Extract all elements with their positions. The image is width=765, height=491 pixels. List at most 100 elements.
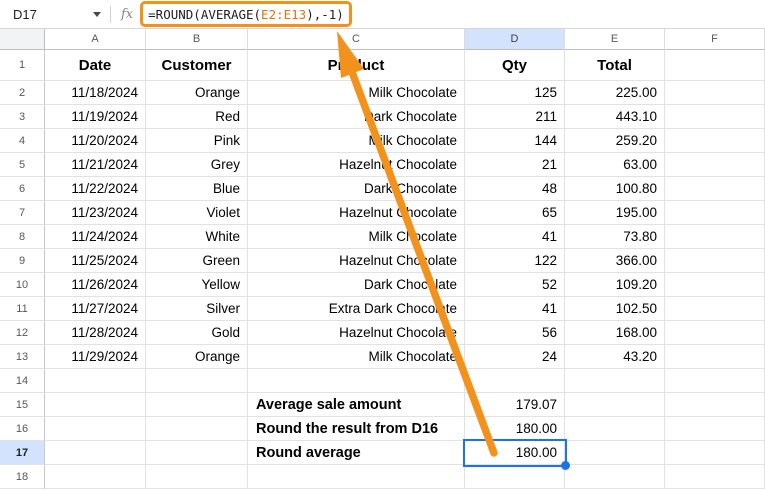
row-header-2[interactable]: 2 [0, 81, 45, 105]
cell-C17[interactable]: Round average [248, 441, 465, 465]
cell-B1[interactable]: Customer [146, 50, 248, 81]
cell-C13[interactable]: Milk Chocolate [248, 345, 465, 369]
cell-F15[interactable] [665, 393, 765, 417]
cell-D8[interactable]: 41 [465, 225, 565, 249]
cell-F8[interactable] [665, 225, 765, 249]
cell-A8[interactable]: 11/24/2024 [45, 225, 146, 249]
cell-F10[interactable] [665, 273, 765, 297]
cell-D1[interactable]: Qty [465, 50, 565, 81]
row-header-7[interactable]: 7 [0, 201, 45, 225]
cell-F7[interactable] [665, 201, 765, 225]
cell-F17[interactable] [665, 441, 765, 465]
cell-B18[interactable] [146, 465, 248, 489]
cell-D15[interactable]: 179.07 [465, 393, 565, 417]
cell-A3[interactable]: 11/19/2024 [45, 105, 146, 129]
cell-D5[interactable]: 21 [465, 153, 565, 177]
cell-B13[interactable]: Orange [146, 345, 248, 369]
cell-F5[interactable] [665, 153, 765, 177]
cell-D16[interactable]: 180.00 [465, 417, 565, 441]
cell-C7[interactable]: Hazelnut Chocolate [248, 201, 465, 225]
cell-E4[interactable]: 259.20 [565, 129, 665, 153]
cell-E15[interactable] [565, 393, 665, 417]
cell-A11[interactable]: 11/27/2024 [45, 297, 146, 321]
cell-F2[interactable] [665, 81, 765, 105]
cell-A9[interactable]: 11/25/2024 [45, 249, 146, 273]
cell-D6[interactable]: 48 [465, 177, 565, 201]
cell-C16[interactable]: Round the result from D16 [248, 417, 465, 441]
cell-E9[interactable]: 366.00 [565, 249, 665, 273]
row-header-8[interactable]: 8 [0, 225, 45, 249]
cell-E1[interactable]: Total [565, 50, 665, 81]
cell-A16[interactable] [45, 417, 146, 441]
cell-A1[interactable]: Date [45, 50, 146, 81]
row-header-6[interactable]: 6 [0, 177, 45, 201]
cell-B12[interactable]: Gold [146, 321, 248, 345]
column-header-B[interactable]: B [146, 29, 248, 50]
cell-E12[interactable]: 168.00 [565, 321, 665, 345]
row-header-15[interactable]: 15 [0, 393, 45, 417]
cell-A5[interactable]: 11/21/2024 [45, 153, 146, 177]
cell-C2[interactable]: Milk Chocolate [248, 81, 465, 105]
cell-C6[interactable]: Dark Chocolate [248, 177, 465, 201]
cell-E5[interactable]: 63.00 [565, 153, 665, 177]
cell-E8[interactable]: 73.80 [565, 225, 665, 249]
cell-D7[interactable]: 65 [465, 201, 565, 225]
cell-C12[interactable]: Hazelnut Chocolate [248, 321, 465, 345]
cell-F16[interactable] [665, 417, 765, 441]
cell-A12[interactable]: 11/28/2024 [45, 321, 146, 345]
cell-B16[interactable] [146, 417, 248, 441]
cell-B9[interactable]: Green [146, 249, 248, 273]
cell-A6[interactable]: 11/22/2024 [45, 177, 146, 201]
formula-input[interactable]: =ROUND(AVERAGE(E2:E13),-1) [140, 1, 352, 27]
cell-C4[interactable]: Milk Chocolate [248, 129, 465, 153]
cell-E10[interactable]: 109.20 [565, 273, 665, 297]
cell-B3[interactable]: Red [146, 105, 248, 129]
cell-E17[interactable] [565, 441, 665, 465]
row-header-14[interactable]: 14 [0, 369, 45, 393]
cell-D2[interactable]: 125 [465, 81, 565, 105]
column-header-D[interactable]: D [465, 29, 565, 50]
cell-E11[interactable]: 102.50 [565, 297, 665, 321]
cell-E3[interactable]: 443.10 [565, 105, 665, 129]
row-header-11[interactable]: 11 [0, 297, 45, 321]
cell-A7[interactable]: 11/23/2024 [45, 201, 146, 225]
cell-B8[interactable]: White [146, 225, 248, 249]
row-header-16[interactable]: 16 [0, 417, 45, 441]
cell-A10[interactable]: 11/26/2024 [45, 273, 146, 297]
cell-C3[interactable]: Dark Chocolate [248, 105, 465, 129]
cell-D13[interactable]: 24 [465, 345, 565, 369]
row-header-12[interactable]: 12 [0, 321, 45, 345]
cell-D9[interactable]: 122 [465, 249, 565, 273]
cell-F1[interactable] [665, 50, 765, 81]
cell-B17[interactable] [146, 441, 248, 465]
cell-E16[interactable] [565, 417, 665, 441]
cell-D11[interactable]: 41 [465, 297, 565, 321]
cell-E2[interactable]: 225.00 [565, 81, 665, 105]
row-header-18[interactable]: 18 [0, 465, 45, 489]
cell-A4[interactable]: 11/20/2024 [45, 129, 146, 153]
cell-B15[interactable] [146, 393, 248, 417]
cell-F4[interactable] [665, 129, 765, 153]
cell-C11[interactable]: Extra Dark Chocolate [248, 297, 465, 321]
cell-D4[interactable]: 144 [465, 129, 565, 153]
column-header-E[interactable]: E [565, 29, 665, 50]
cell-B14[interactable] [146, 369, 248, 393]
name-box[interactable]: D17 [0, 0, 110, 28]
cell-E14[interactable] [565, 369, 665, 393]
cell-A15[interactable] [45, 393, 146, 417]
cell-E7[interactable]: 195.00 [565, 201, 665, 225]
cell-D18[interactable] [465, 465, 565, 489]
cell-C8[interactable]: Milk Chocolate [248, 225, 465, 249]
row-header-17[interactable]: 17 [0, 441, 45, 465]
cell-E6[interactable]: 100.80 [565, 177, 665, 201]
cell-F3[interactable] [665, 105, 765, 129]
cell-B10[interactable]: Yellow [146, 273, 248, 297]
cell-B2[interactable]: Orange [146, 81, 248, 105]
column-header-A[interactable]: A [45, 29, 146, 50]
cell-C15[interactable]: Average sale amount [248, 393, 465, 417]
cell-F6[interactable] [665, 177, 765, 201]
cell-B5[interactable]: Grey [146, 153, 248, 177]
row-header-5[interactable]: 5 [0, 153, 45, 177]
cell-B6[interactable]: Blue [146, 177, 248, 201]
fill-handle[interactable] [561, 461, 570, 470]
